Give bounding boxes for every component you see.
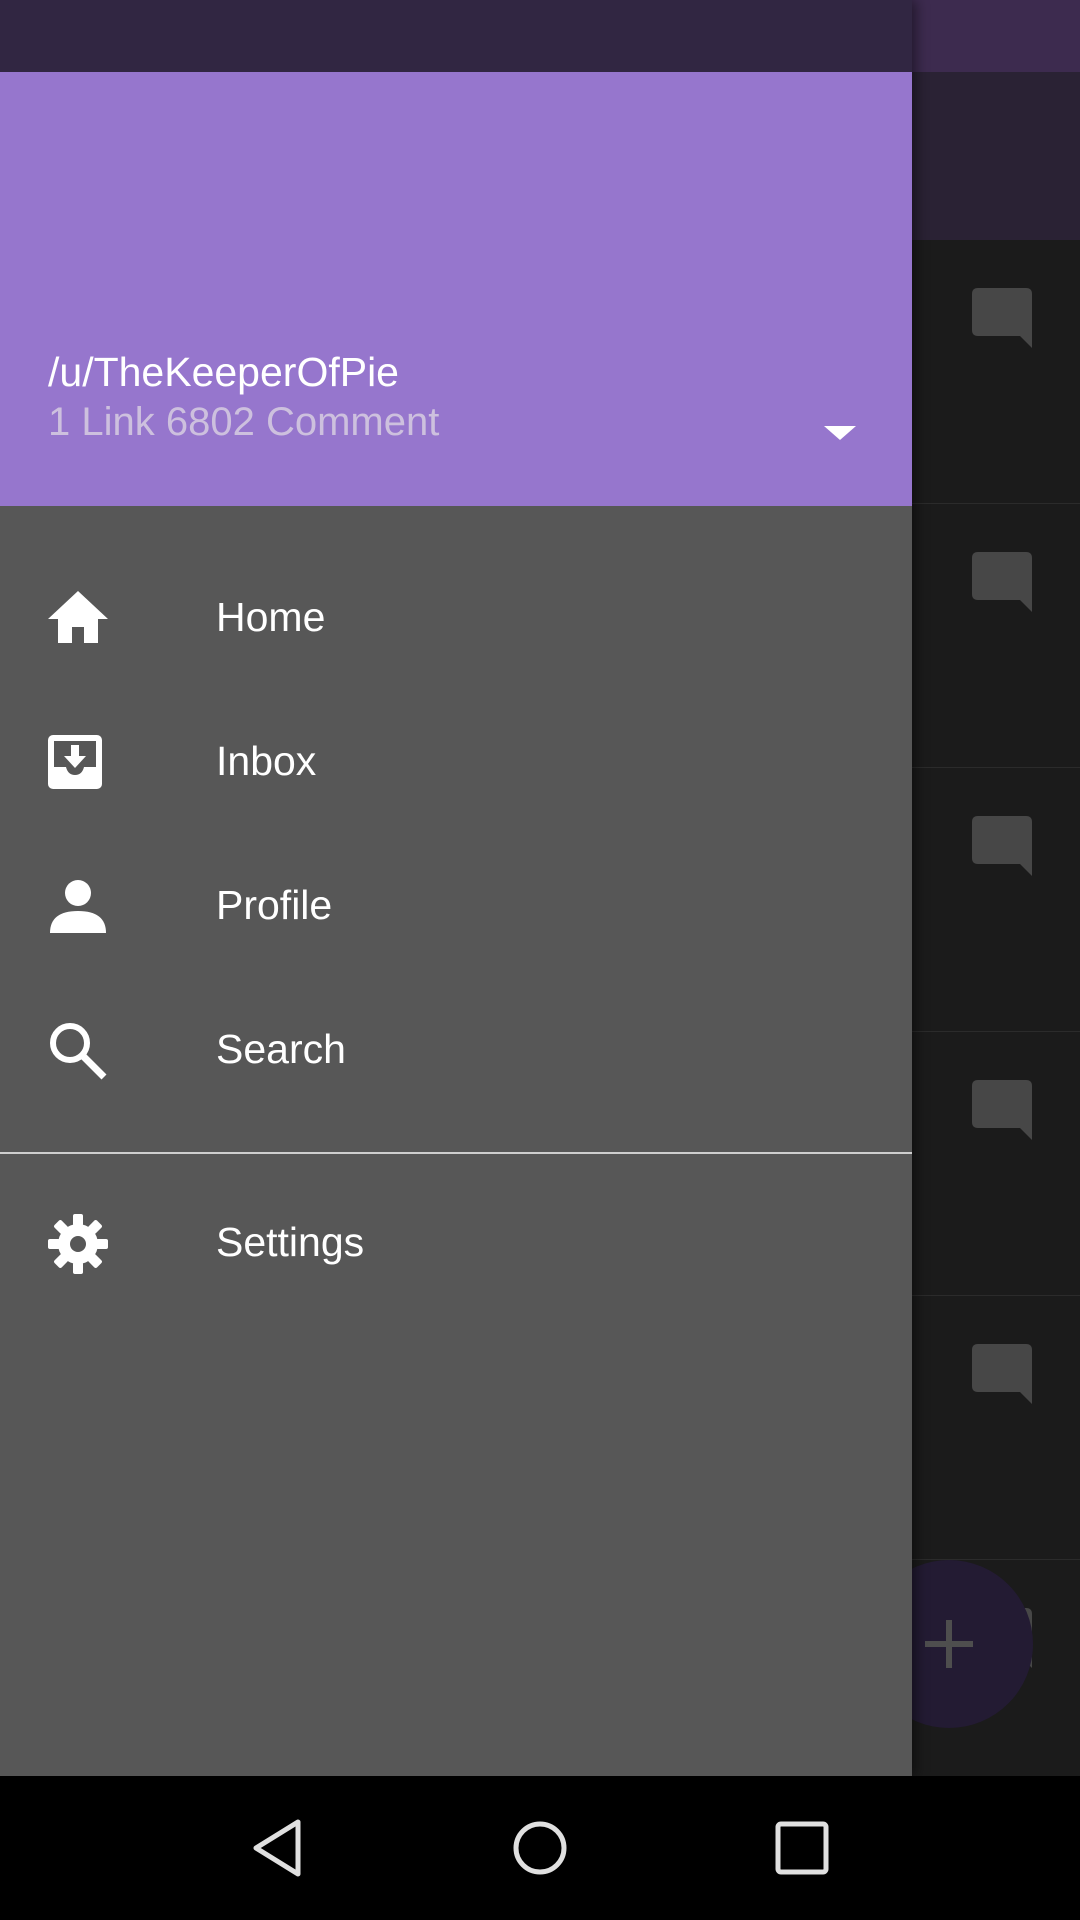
back-icon[interactable] — [248, 1816, 312, 1880]
drawer-item-search[interactable]: Search — [0, 979, 912, 1123]
drawer-item-label: Profile — [216, 882, 333, 928]
drawer-item-label: Home — [216, 594, 326, 640]
comment-icon[interactable] — [972, 552, 1032, 612]
comment-icon[interactable] — [972, 288, 1032, 348]
drawer-divider — [0, 1152, 912, 1154]
plus-icon — [925, 1620, 973, 1668]
home-icon — [48, 591, 108, 643]
account-username: /u/TheKeeperOfPie — [48, 349, 399, 395]
dropdown-arrow-icon[interactable] — [816, 408, 864, 456]
gear-icon — [48, 1214, 108, 1274]
drawer-status-bar — [0, 0, 912, 72]
drawer-menu: Home Inbox Profile Search — [0, 506, 912, 1123]
screen: /u/TheKeeperOfPie 1 Link 6802 Comment Ho… — [0, 0, 1080, 1920]
drawer-item-profile[interactable]: Profile — [0, 835, 912, 979]
person-icon — [50, 880, 106, 933]
drawer-item-label: Search — [216, 1026, 346, 1072]
account-karma: 1 Link 6802 Comment — [48, 400, 440, 444]
system-nav-bar — [0, 1776, 1080, 1920]
search-icon — [50, 1023, 107, 1080]
inbox-icon — [48, 735, 102, 789]
drawer-header: /u/TheKeeperOfPie 1 Link 6802 Comment — [0, 72, 912, 506]
comment-icon[interactable] — [972, 816, 1032, 876]
drawer-item-label: Inbox — [216, 738, 317, 784]
navigation-drawer: /u/TheKeeperOfPie 1 Link 6802 Comment Ho… — [0, 0, 912, 1776]
home-circle-icon[interactable] — [508, 1816, 572, 1880]
comment-icon[interactable] — [972, 1344, 1032, 1404]
drawer-item-home[interactable]: Home — [0, 547, 912, 691]
drawer-item-settings[interactable]: Settings — [0, 1172, 912, 1316]
recents-icon[interactable] — [770, 1816, 834, 1880]
comment-icon[interactable] — [972, 1080, 1032, 1140]
drawer-item-inbox[interactable]: Inbox — [0, 691, 912, 835]
drawer-item-label: Settings — [216, 1219, 365, 1265]
